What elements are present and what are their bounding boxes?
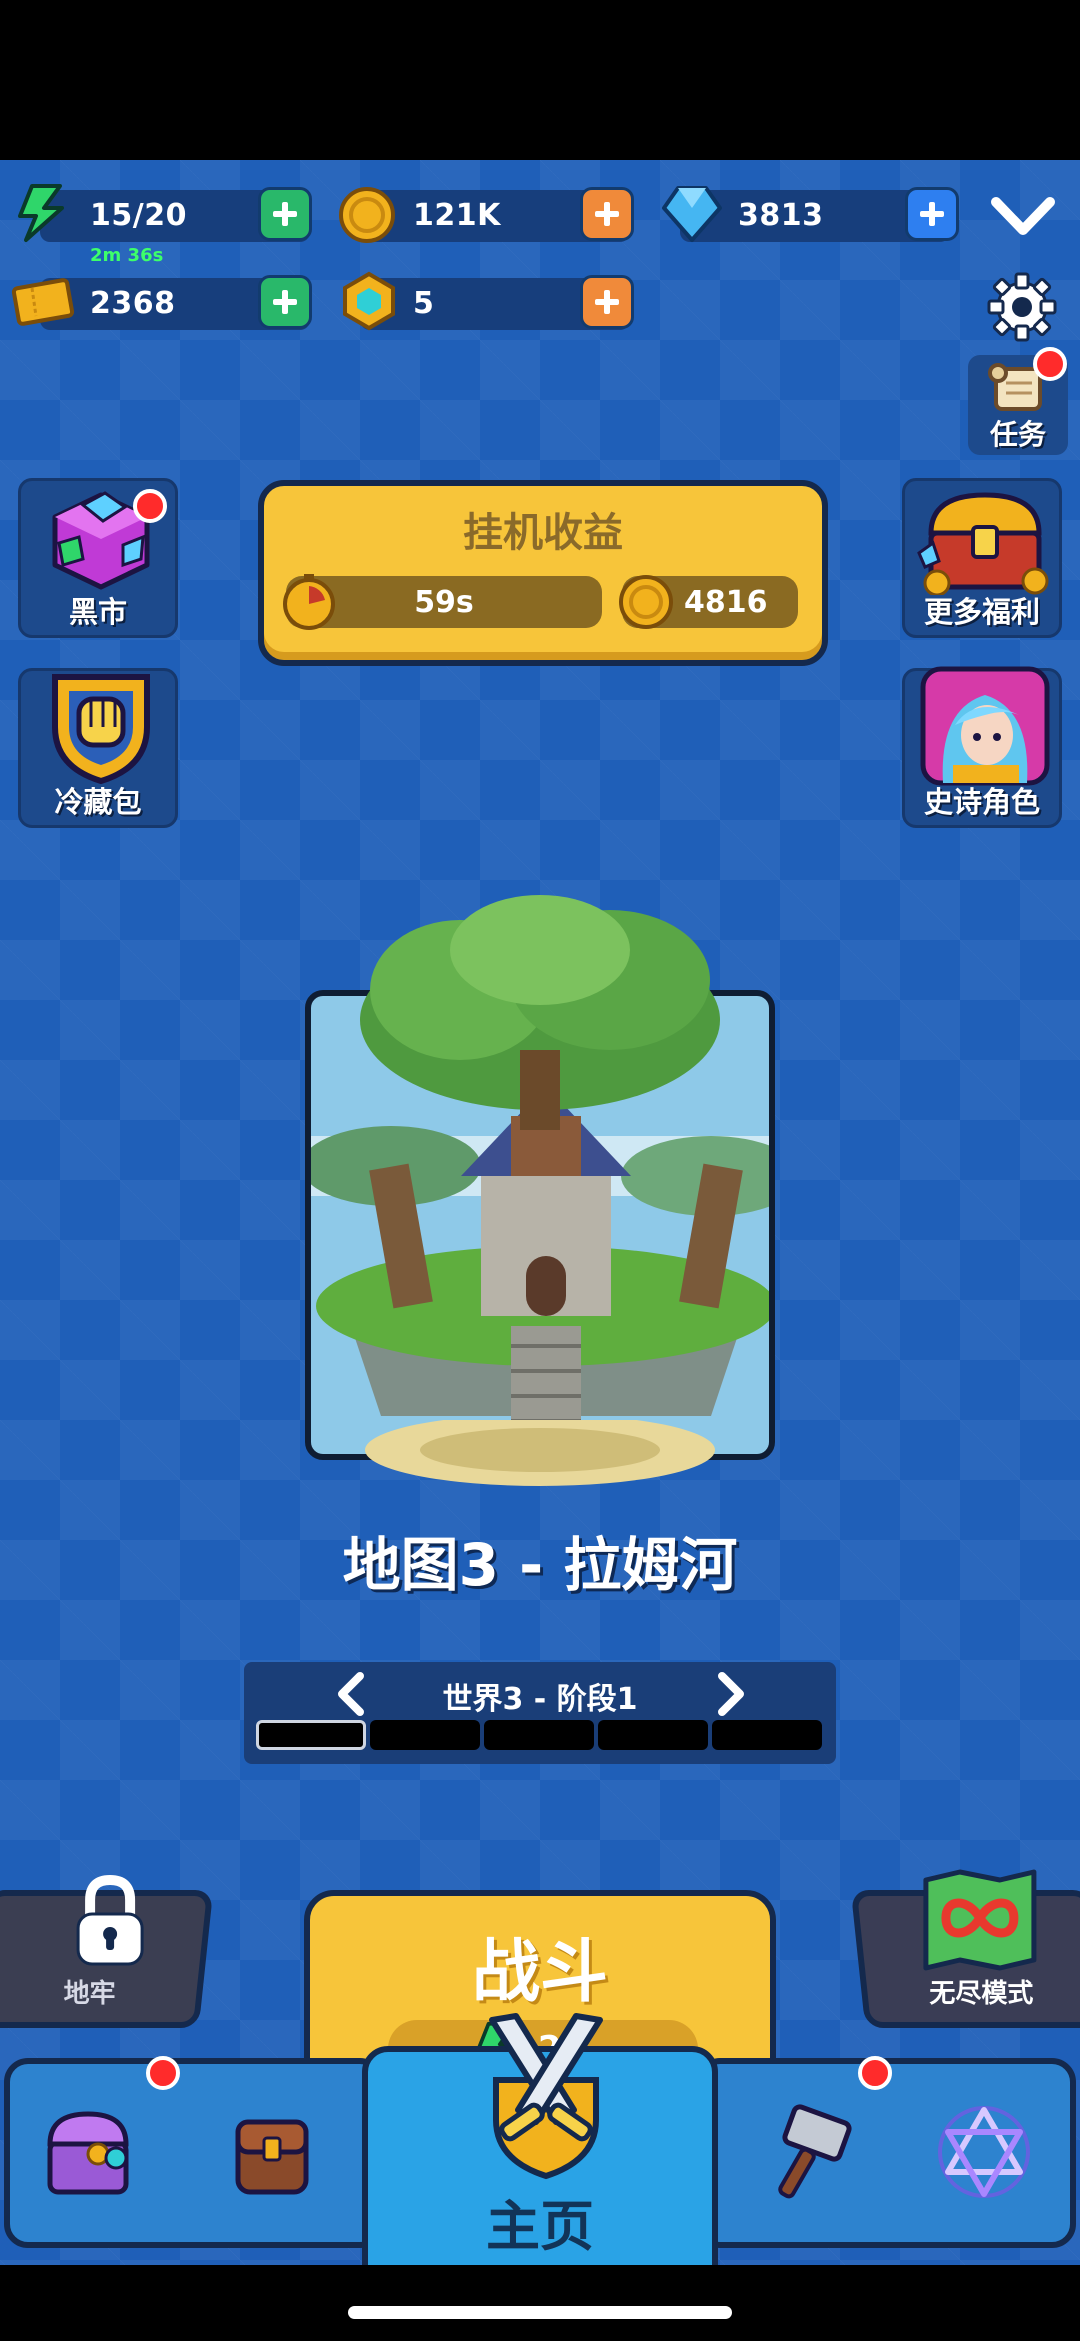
endless-mode-button[interactable]: 无尽模式 (850, 1869, 1080, 2028)
stage-segment (256, 1720, 366, 1750)
home-tab-label: 主页 (486, 2195, 594, 2258)
home-tab[interactable]: 主页 (362, 2013, 718, 2265)
add-gems-button[interactable] (905, 187, 959, 241)
chevron-down-icon[interactable] (990, 192, 1056, 242)
add-gold-button[interactable] (580, 187, 634, 241)
stage-segment (370, 1720, 480, 1750)
chest-notification-dot (146, 2056, 180, 2090)
gold-coin-icon (339, 187, 395, 243)
endless-mode-label: 无尽模式 (929, 1979, 1034, 2009)
dungeon-button[interactable]: 地牢 (0, 1874, 214, 2028)
quest-button[interactable]: 任务 (968, 347, 1068, 455)
map-title: 地图3 - 拉姆河 (342, 1531, 738, 1599)
gear-icon[interactable] (985, 270, 1059, 344)
epic-hero-label: 史诗角色 (923, 785, 1040, 819)
more-rewards-label: 更多福利 (923, 595, 1040, 629)
stage-segment (598, 1720, 708, 1750)
battle-label: 战斗 (471, 1933, 608, 2012)
hammer-icon[interactable] (762, 2104, 862, 2204)
black-market-label: 黑市 (68, 595, 127, 629)
ticket-value: 2368 (90, 286, 176, 321)
gold-ticket-icon (11, 278, 75, 326)
energy-bolt-icon (18, 184, 64, 242)
idle-timer-value: 59s (414, 585, 474, 620)
island-base-illustration (365, 1420, 715, 1486)
gem-value: 3813 (738, 198, 824, 233)
hero-portrait-icon (920, 666, 1050, 786)
chevron-right-icon[interactable] (714, 1670, 750, 1718)
quest-label: 任务 (989, 418, 1046, 451)
home-indicator-area (0, 2265, 1080, 2341)
idle-earnings-title: 挂机收益 (463, 510, 623, 556)
stage-selector: 世界3 - 阶段1 (244, 1662, 836, 1764)
infinity-map-icon (923, 1869, 1037, 1971)
add-tokens-button[interactable] (580, 275, 634, 329)
add-tickets-button[interactable] (258, 275, 312, 329)
stage-segment (712, 1720, 822, 1750)
dungeon-label: 地牢 (63, 1979, 116, 2009)
forge-notification-dot (858, 2056, 892, 2090)
idle-timer-pill: 59s (283, 574, 602, 630)
tree-canopy-illustration (360, 895, 720, 1130)
token-value: 5 (413, 286, 435, 321)
idle-gold-pill: 4816 (619, 575, 798, 629)
black-market-notification-dot (133, 489, 167, 523)
gem-token-icon (343, 271, 395, 331)
chest-icon[interactable] (38, 2102, 138, 2202)
more-rewards-button[interactable]: 更多福利 (902, 478, 1062, 638)
crossed-swords-icon (489, 2013, 603, 2180)
game-screen: 15/20 2m 36s 121K 3813 2368 5 任务 黑市 冷藏包 … (0, 160, 1080, 2265)
gold-coin-icon (619, 575, 673, 629)
map-card[interactable] (300, 830, 780, 1486)
idle-gold-value: 4816 (684, 585, 768, 620)
add-energy-button[interactable] (258, 187, 312, 241)
epic-hero-button[interactable]: 史诗角色 (902, 666, 1062, 828)
black-market-button[interactable]: 黑市 (18, 478, 178, 638)
backpack-icon[interactable] (222, 2104, 322, 2204)
lock-icon (76, 1874, 144, 1966)
gold-value: 121K (413, 198, 501, 233)
cooler-pack-label: 冷藏包 (54, 785, 142, 819)
energy-timer: 2m 36s (90, 245, 164, 266)
blue-gem-icon (662, 186, 722, 242)
stage-segment (484, 1720, 594, 1750)
golden-fist-icon (52, 674, 150, 785)
energy-value: 15/20 (90, 198, 187, 233)
treasure-chest-icon (917, 492, 1049, 595)
quest-notification-dot (1033, 347, 1067, 381)
idle-earnings-panel[interactable]: 挂机收益 59s 4816 (258, 480, 828, 666)
status-bar (0, 0, 1080, 160)
cooler-pack-button[interactable]: 冷藏包 (18, 668, 178, 828)
home-indicator[interactable] (348, 2306, 732, 2319)
hexagram-icon[interactable] (934, 2102, 1034, 2202)
